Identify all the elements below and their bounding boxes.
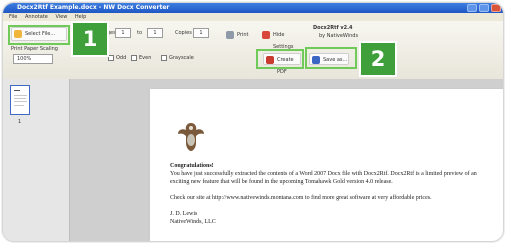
menu-help[interactable]: Help: [75, 14, 86, 20]
document-page: Congratulations! You have just successfu…: [150, 89, 503, 241]
grayscale-label: Grayscale: [169, 55, 194, 61]
zoom-select[interactable]: 100%: [13, 54, 53, 64]
document-viewer: Congratulations! You have just successfu…: [70, 79, 503, 241]
step-badge-2: 2: [359, 41, 397, 77]
thumbnail-page-number: 1: [18, 119, 22, 125]
doc-body-paragraph-1: You have just successfully extracted the…: [170, 171, 477, 185]
menu-annotate[interactable]: Annotate: [25, 14, 48, 20]
step-badge-1: 1: [71, 21, 109, 57]
even-label: Even: [139, 55, 152, 61]
copies-label: Copies: [175, 30, 192, 36]
eagle-logo-icon: [178, 123, 204, 151]
settings-icon: [262, 31, 270, 39]
odd-label: Odd: [116, 55, 127, 61]
app-window: Docx2Rtf Example.docx - NW Docx Converte…: [2, 2, 504, 242]
copies-spinner[interactable]: 1: [193, 28, 209, 38]
even-checkbox[interactable]: [131, 55, 137, 61]
printer-icon: [226, 31, 234, 39]
doc-heading: Congratulations!: [170, 163, 214, 169]
grayscale-checkbox[interactable]: [161, 55, 167, 61]
doc-signature-name: J. D. Lewis: [170, 211, 198, 217]
page-from-spinner[interactable]: 1: [115, 28, 131, 38]
page-thumbnail[interactable]: [10, 85, 30, 115]
product-vendor: by NativeWinds: [319, 33, 359, 39]
print-label: Print: [237, 32, 249, 38]
hide-settings-label: Hide Settings: [273, 32, 294, 50]
menu-file[interactable]: File: [9, 14, 17, 20]
hide-settings-button[interactable]: Hide Settings: [259, 28, 301, 50]
highlight-create-pdf: [256, 49, 304, 69]
highlight-select-file: [8, 25, 70, 45]
print-button[interactable]: Print: [223, 28, 249, 40]
doc-signature-company: NativeWinds, LLC: [170, 219, 216, 225]
to-label: to: [137, 30, 143, 36]
doc-body-paragraph-2: Check our site at http://www.nativewinds…: [170, 195, 432, 201]
menu-bar: File Annotate View Help: [3, 13, 503, 21]
window-title: Docx2Rtf Example.docx - NW Docx Converte…: [17, 4, 170, 11]
zoom-label: Print Paper Scaling: [11, 46, 58, 52]
menu-view[interactable]: View: [55, 14, 67, 20]
product-name: Docx2Rtf v2.4: [313, 25, 353, 31]
thumbnail-pane: 1: [3, 79, 70, 241]
close-button[interactable]: [491, 4, 501, 12]
title-bar: Docx2Rtf Example.docx - NW Docx Converte…: [3, 3, 503, 13]
maximize-button[interactable]: [479, 4, 489, 12]
highlight-save-as: [305, 47, 357, 69]
minimize-button[interactable]: [467, 4, 477, 12]
page-to-spinner[interactable]: 1: [147, 28, 163, 38]
